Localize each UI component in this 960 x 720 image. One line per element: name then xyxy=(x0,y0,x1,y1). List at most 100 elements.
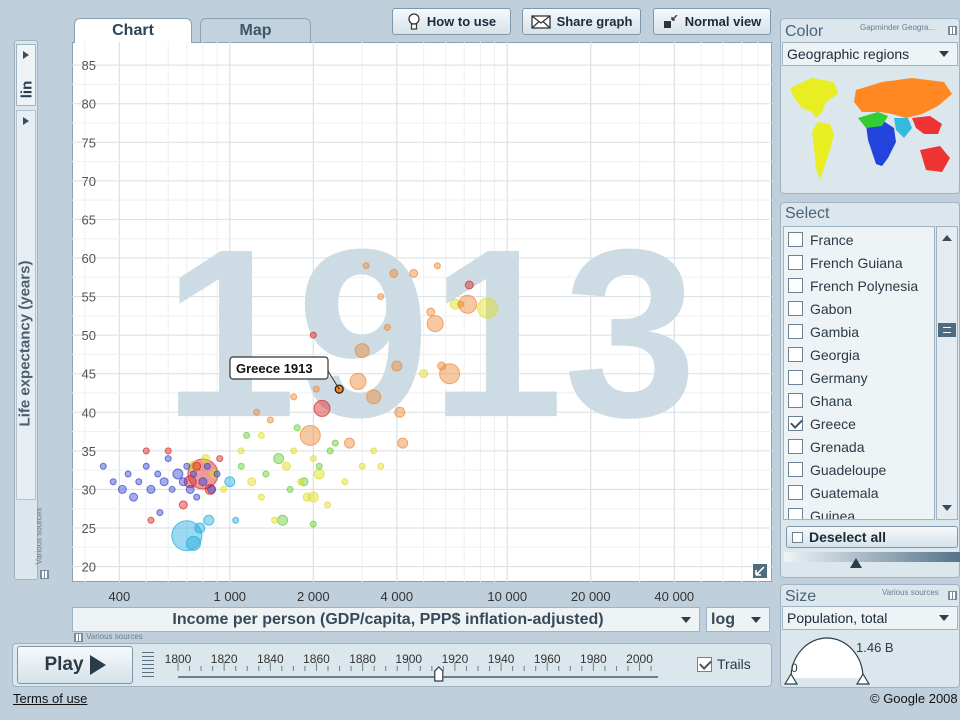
bubble[interactable] xyxy=(273,453,285,465)
country-list[interactable]: France French Guiana French Polynesia Gabon… xyxy=(783,226,935,520)
country-checkbox[interactable] xyxy=(788,255,803,270)
bubble[interactable] xyxy=(185,535,201,551)
country-list-scrollbar[interactable] xyxy=(936,226,958,520)
bubble[interactable] xyxy=(109,478,117,486)
bubble[interactable] xyxy=(247,477,257,487)
size-selector[interactable]: Population, total xyxy=(782,606,958,630)
bubble[interactable] xyxy=(262,470,270,478)
country-item[interactable]: Gambia xyxy=(788,320,859,343)
bubble[interactable] xyxy=(164,447,172,455)
bubble[interactable] xyxy=(426,307,436,317)
trails-checkbox[interactable] xyxy=(697,656,712,672)
bubble[interactable] xyxy=(266,416,274,424)
bubble[interactable] xyxy=(142,447,150,455)
size-legend-gauge[interactable]: 1.46 B 0 xyxy=(782,632,958,686)
bubble[interactable] xyxy=(124,470,132,478)
scroll-thumb[interactable] xyxy=(938,323,956,337)
trail-opacity-slider[interactable] xyxy=(784,552,960,570)
terms-of-use-link[interactable]: Terms of use xyxy=(13,691,87,706)
how-to-use-button[interactable]: How to use xyxy=(392,8,511,35)
bubble[interactable] xyxy=(220,485,228,493)
country-checkbox[interactable] xyxy=(788,462,803,477)
y-scale-toggle[interactable]: lin xyxy=(16,44,36,106)
region-legend-map[interactable] xyxy=(782,68,958,188)
country-item[interactable]: France xyxy=(788,228,854,251)
country-item[interactable]: French Polynesia xyxy=(788,274,918,297)
bubble[interactable] xyxy=(277,514,289,526)
bubble[interactable] xyxy=(309,331,317,339)
country-item[interactable]: Georgia xyxy=(788,343,860,366)
bubble[interactable] xyxy=(302,492,312,502)
country-item[interactable]: Guadeloupe xyxy=(788,458,886,481)
bubble[interactable] xyxy=(185,484,195,494)
scroll-up-icon[interactable] xyxy=(942,235,952,241)
x-axis-info-icon[interactable] xyxy=(74,633,83,642)
tab-map[interactable]: Map xyxy=(200,18,311,43)
bubble[interactable] xyxy=(383,323,391,331)
country-checkbox[interactable] xyxy=(788,485,803,500)
country-item[interactable]: French Guiana xyxy=(788,251,903,274)
bubble[interactable] xyxy=(257,493,265,501)
country-item[interactable]: Guinea xyxy=(788,504,855,519)
bubble[interactable] xyxy=(326,447,334,455)
bubble[interactable] xyxy=(281,461,291,471)
country-item[interactable]: Gabon xyxy=(788,297,852,320)
trails-toggle[interactable]: Trails xyxy=(697,656,751,672)
x-scale-selector[interactable]: log xyxy=(706,607,770,632)
y-axis-info-icon[interactable] xyxy=(40,570,49,579)
bubble[interactable] xyxy=(154,470,162,478)
bubble[interactable] xyxy=(377,293,385,301)
country-checkbox[interactable] xyxy=(788,347,803,362)
bubble[interactable] xyxy=(172,468,184,480)
play-button[interactable]: Play xyxy=(17,646,133,684)
bubble[interactable] xyxy=(323,501,331,509)
bubble[interactable] xyxy=(377,462,385,470)
timeline-handle[interactable] xyxy=(434,666,444,682)
country-checkbox[interactable] xyxy=(788,439,803,454)
bubble[interactable] xyxy=(253,408,261,416)
bubble[interactable] xyxy=(164,455,172,463)
bubble[interactable] xyxy=(232,516,240,524)
bubble[interactable] xyxy=(213,470,221,478)
bubble[interactable] xyxy=(409,268,419,278)
bubble[interactable] xyxy=(193,493,201,501)
bubble[interactable] xyxy=(293,424,301,432)
bubble[interactable] xyxy=(309,520,317,528)
bubble[interactable] xyxy=(216,455,224,463)
bubble[interactable] xyxy=(201,454,211,464)
bubble[interactable] xyxy=(331,439,339,447)
bubble[interactable] xyxy=(129,492,139,502)
bubble-chart[interactable]: 1913 20 25 30 35 40 45 50 55 60 65 70 75 80 85 Greece… xyxy=(72,42,772,582)
bubble[interactable] xyxy=(147,516,155,524)
fullscreen-corner-icon[interactable] xyxy=(753,564,767,578)
bubble[interactable] xyxy=(194,522,206,534)
bubble[interactable] xyxy=(349,372,367,390)
bubble[interactable] xyxy=(178,500,188,510)
x-axis-selector[interactable]: Income per person (GDP/capita, PPP$ infl… xyxy=(72,607,700,632)
bubble[interactable] xyxy=(309,455,317,463)
country-checkbox[interactable] xyxy=(788,393,803,408)
bubble[interactable] xyxy=(394,406,406,418)
bubble[interactable] xyxy=(146,484,156,494)
country-checkbox[interactable] xyxy=(788,232,803,247)
deselect-all-button[interactable]: Deselect all xyxy=(786,526,958,548)
bubble[interactable] xyxy=(343,437,355,449)
bubble[interactable] xyxy=(159,477,169,487)
bubble[interactable] xyxy=(168,485,176,493)
bubble[interactable] xyxy=(117,484,127,494)
bubble[interactable] xyxy=(286,485,294,493)
bubble[interactable] xyxy=(299,424,321,446)
scroll-down-icon[interactable] xyxy=(942,505,952,511)
bubble[interactable] xyxy=(271,516,279,524)
bubble[interactable] xyxy=(426,315,444,333)
bubble[interactable] xyxy=(297,478,305,486)
bubble[interactable] xyxy=(366,389,382,405)
bubble[interactable] xyxy=(354,343,370,359)
bubble[interactable] xyxy=(178,477,188,487)
bubble[interactable] xyxy=(237,447,245,455)
bubble[interactable] xyxy=(312,385,320,393)
bubble[interactable] xyxy=(433,262,441,270)
country-item[interactable]: Grenada xyxy=(788,435,864,458)
color-selector[interactable]: Geographic regions xyxy=(782,42,958,66)
bubble[interactable] xyxy=(397,437,409,449)
